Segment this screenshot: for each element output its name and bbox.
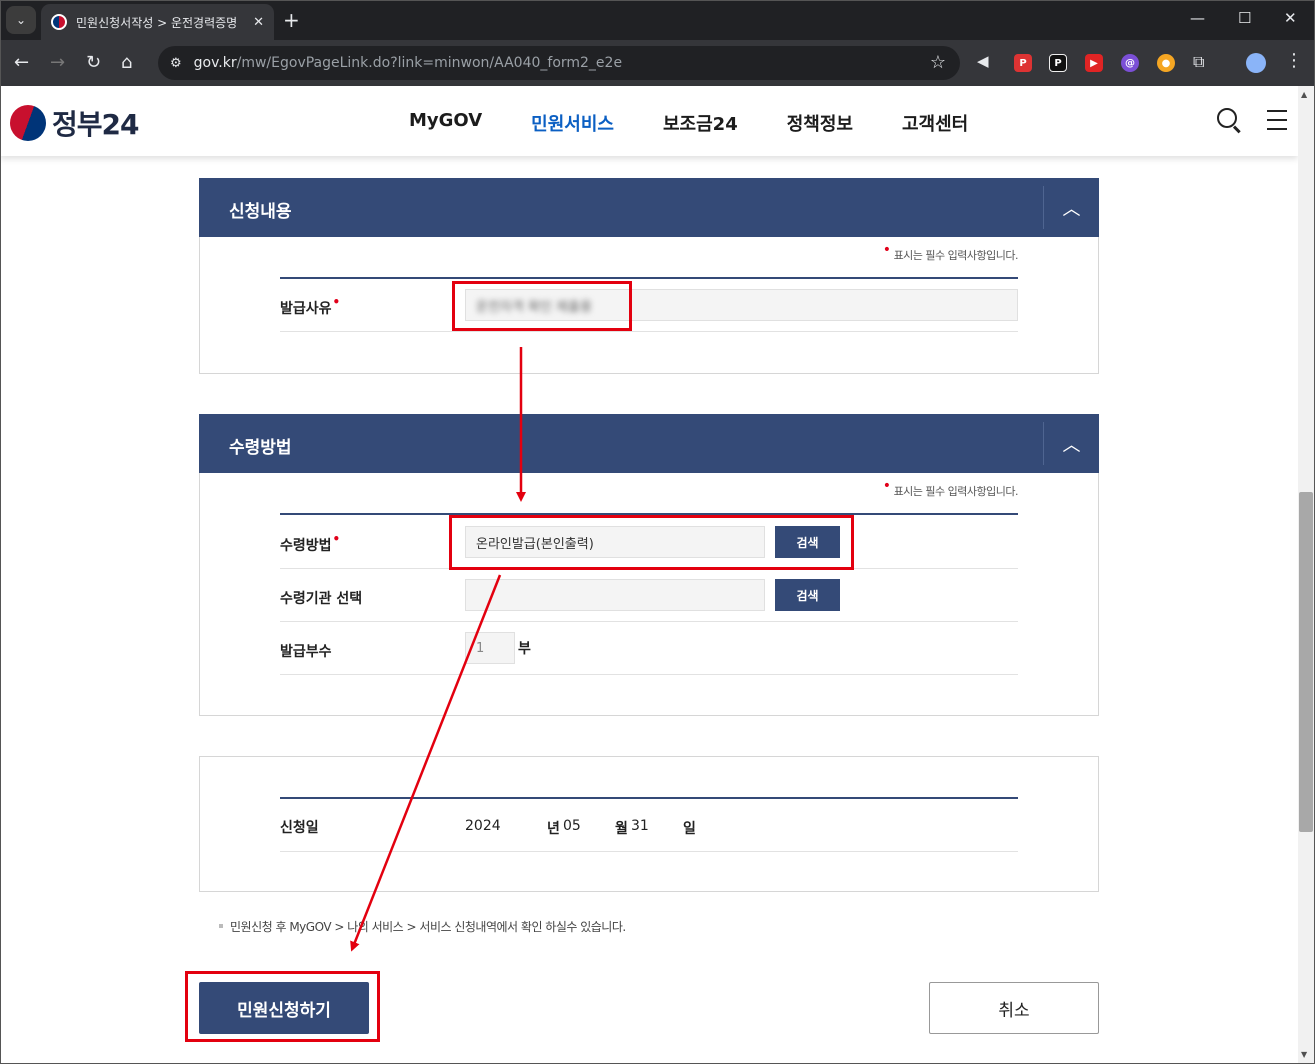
hamburger-menu-icon[interactable] [1267,110,1287,137]
row-separator [280,568,1018,569]
receive-agency-label: 수령기관 선택 [280,591,363,607]
extension-play-icon[interactable]: ▶ [1085,54,1103,72]
logo-text: 정부24 [52,108,139,141]
required-note: • 표시는 필수 입력사항입니다. [882,242,1019,262]
nav-policy-info[interactable]: 정책정보 [787,110,853,136]
bullet-icon [219,924,223,928]
receive-method-label: 수령방법• [280,532,341,554]
section-header-content: 신청내용 ︿ [199,178,1099,237]
reload-icon[interactable]: ↻ [86,52,101,73]
row-separator [280,851,1018,852]
required-note: • 표시는 필수 입력사항입니다. [882,478,1019,498]
section-body-receive: • 표시는 필수 입력사항입니다. 수령방법• 온라인발급(본인출력) 검색 수령… [199,473,1099,716]
issue-reason-value: 운전자격 확인 제출용 [476,299,592,315]
extensions-puzzle-icon[interactable]: ⧉ [1193,52,1204,72]
extension-purple-icon[interactable]: @ [1121,54,1139,72]
url-path: /mw/EgovPageLink.do?link=minwon/AA040_fo… [236,55,623,71]
apply-date-year-unit: 년 [547,821,560,837]
section-header-receive: 수령방법 ︿ [199,414,1099,473]
receive-method-value: 온라인발급(본인출력) [476,536,594,552]
tab-close-icon[interactable]: ✕ [253,15,264,30]
row-separator [280,621,1018,622]
receive-agency-search-button[interactable]: 검색 [775,579,840,611]
collapse-chevron-up-icon[interactable]: ︿ [1043,186,1099,229]
extension-color-icon[interactable]: ● [1157,54,1175,72]
scroll-down-arrow-icon[interactable]: ▼ [1301,1050,1311,1059]
apply-date-day: 31 [631,818,649,834]
speaker-icon[interactable]: ◀ [977,52,989,70]
nav-civil-service[interactable]: 민원서비스 [531,110,614,136]
profile-avatar[interactable] [1246,53,1266,73]
submit-application-button[interactable]: 민원신청하기 [199,982,369,1034]
receive-agency-field[interactable] [465,579,765,611]
site-favicon-icon [51,14,67,30]
receive-method-field[interactable]: 온라인발급(본인출력) [465,526,765,558]
browser-tabbar: ⌄ 민원신청서작성 > 운전경력증명 ✕ + — ☐ ✕ [0,0,1315,40]
form-top-line [280,277,1018,279]
browser-toolbar: ← → ↻ ⌂ ⚙ gov.kr/mw/EgovPageLink.do?link… [0,40,1315,86]
extension-red-icon[interactable]: P [1014,54,1032,72]
main-nav: MyGOV 민원서비스 보조금24 정책정보 고객센터 [409,110,968,136]
home-icon[interactable]: ⌂ [121,52,132,73]
scroll-up-arrow-icon[interactable]: ▲ [1301,90,1311,99]
row-separator [280,331,1018,332]
copies-value: 1 [476,640,485,656]
apply-date-day-unit: 일 [683,821,696,837]
apply-date-month: 05 [563,818,581,834]
forward-arrow-icon[interactable]: → [50,52,65,73]
apply-date-month-unit: 월 [615,821,628,837]
issue-reason-label: 발급사유• [280,295,341,317]
issue-reason-field[interactable]: 운전자격 확인 제출용 [465,289,1018,321]
nav-mygov[interactable]: MyGOV [409,110,482,136]
address-bar[interactable]: ⚙ gov.kr/mw/EgovPageLink.do?link=minwon/… [158,46,960,80]
browser-menu-icon[interactable]: ⋮ [1285,50,1303,71]
form-top-line [280,513,1018,515]
collapse-chevron-up-icon[interactable]: ︿ [1043,422,1099,465]
site-info-icon[interactable]: ⚙ [170,56,182,71]
scrollbar-thumb[interactable] [1299,492,1313,832]
tab-search-button[interactable]: ⌄ [6,6,36,34]
extension-p-icon[interactable]: P [1049,54,1067,72]
tab-title: 민원신청서작성 > 운전경력증명 [76,15,238,30]
receive-method-search-button[interactable]: 검색 [775,526,840,558]
cancel-button[interactable]: 취소 [929,982,1099,1034]
minimize-button[interactable]: — [1190,9,1205,27]
copies-unit: 부 [518,641,531,657]
info-note: 민원신청 후 MyGOV > 나의 서비스 > 서비스 신청내역에서 확인 하실… [219,918,626,935]
section-title: 수령방법 [229,438,292,458]
nav-subsidy24[interactable]: 보조금24 [663,110,738,136]
site-header: 정부24 MyGOV 민원서비스 보조금24 정책정보 고객센터 [0,86,1298,156]
close-window-button[interactable]: ✕ [1284,9,1297,27]
search-icon[interactable] [1217,108,1237,128]
browser-tab[interactable]: 민원신청서작성 > 운전경력증명 ✕ [41,4,274,40]
taegeuk-logo-icon [10,105,46,141]
apply-date-year: 2024 [465,818,501,834]
new-tab-button[interactable]: + [283,8,300,32]
section-body-content: • 표시는 필수 입력사항입니다. 발급사유• 운전자격 확인 제출용 [199,237,1099,374]
back-arrow-icon[interactable]: ← [14,52,29,73]
row-separator [280,674,1018,675]
site-logo[interactable]: 정부24 [10,103,139,143]
maximize-button[interactable]: ☐ [1238,9,1251,27]
form-top-line [280,797,1018,799]
bookmark-star-icon[interactable]: ☆ [930,52,946,73]
section-body-date: 신청일 2024 년 05 월 31 일 [199,756,1099,892]
url-domain: gov.kr [193,55,237,71]
copies-input[interactable]: 1 [465,632,515,664]
nav-customer-center[interactable]: 고객센터 [902,110,968,136]
apply-date-label: 신청일 [280,820,319,836]
section-title: 신청내용 [229,202,292,222]
copies-label: 발급부수 [280,644,332,660]
